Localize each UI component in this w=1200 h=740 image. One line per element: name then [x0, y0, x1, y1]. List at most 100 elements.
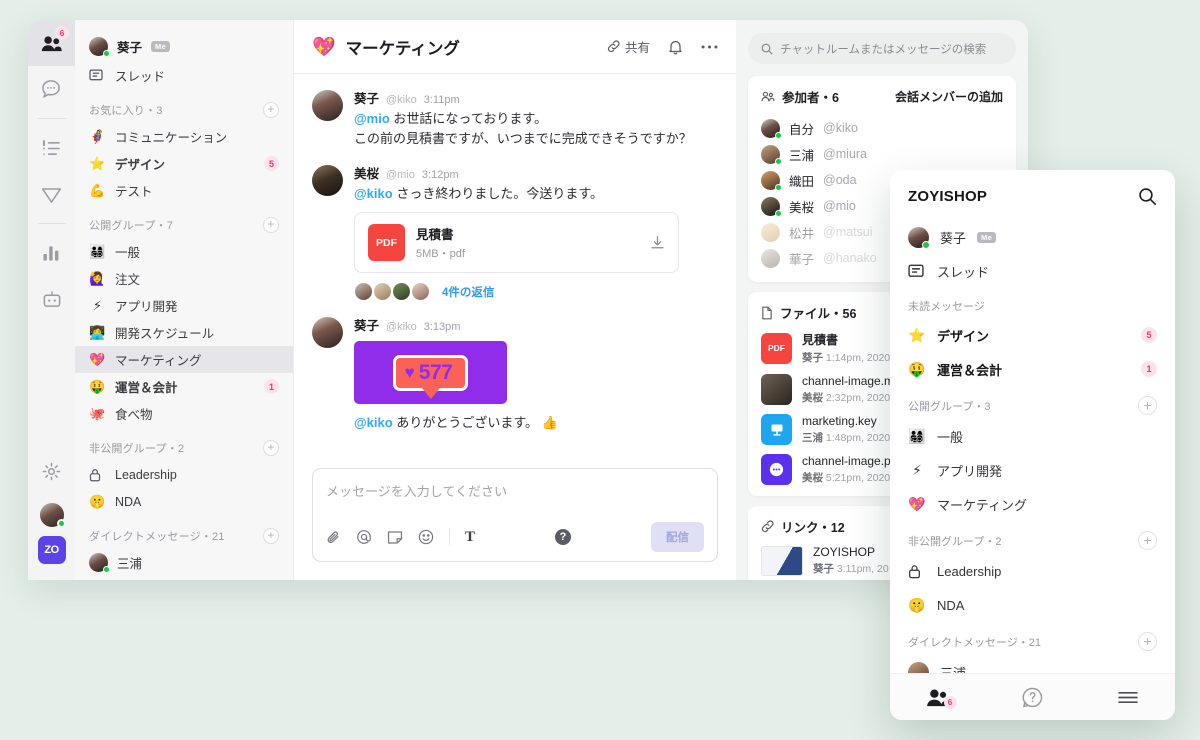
mobile-item-app-dev[interactable]: ⚡ アプリ開発 — [890, 453, 1175, 487]
mention-link[interactable]: @kiko — [354, 186, 393, 201]
add-public-group-button[interactable]: + — [1138, 396, 1157, 415]
add-favorite-button[interactable]: + — [263, 102, 279, 118]
add-dm-button[interactable]: + — [1138, 632, 1157, 651]
unread-badge: 5 — [1141, 327, 1157, 343]
app-window: 6 — [28, 20, 1028, 580]
send-button[interactable]: 配信 — [650, 522, 704, 552]
add-public-group-button[interactable]: + — [263, 217, 279, 233]
sidebar-item-design[interactable]: ⭐ デザイン 5 — [75, 150, 293, 177]
sidebar-item-dev-schedule[interactable]: 👩‍💻 開発スケジュール — [75, 319, 293, 346]
mention-link[interactable]: @kiko — [354, 415, 393, 430]
thread-replies[interactable]: 4件の返信 — [354, 282, 718, 302]
help-icon[interactable]: ? — [555, 529, 571, 545]
pdf-icon: PDF — [761, 332, 792, 364]
sidebar-dm-group[interactable]: 3 三浦, 美桜 — [75, 576, 293, 580]
sidebar-me[interactable]: 葵子 Me — [75, 32, 293, 62]
sidebar-item-leadership[interactable]: Leadership — [75, 461, 293, 488]
add-private-group-button[interactable]: + — [263, 440, 279, 456]
channel-header: 💖 マーケティング 共有 — [294, 20, 736, 74]
mention-link[interactable]: @mio — [354, 111, 390, 126]
mobile-item-marketing[interactable]: 💖 マーケティング — [890, 487, 1175, 521]
search-input[interactable]: チャットルームまたはメッセージの検索 — [748, 33, 1016, 64]
sticker-image[interactable]: ♥ 577 — [354, 341, 507, 405]
mobile-nav-contacts[interactable]: 6 — [890, 688, 985, 709]
emoji-icon[interactable] — [418, 529, 434, 545]
participant-handle: @hanako — [823, 251, 877, 265]
download-icon[interactable] — [650, 235, 665, 250]
rail-item-chats[interactable] — [28, 66, 75, 112]
section-title: 非公開グループ・2 — [908, 535, 1002, 548]
sidebar-item-orders[interactable]: 🙋‍♀️ 注文 — [75, 265, 293, 292]
star-emoji-icon: ⭐ — [908, 326, 926, 343]
mobile-dm-miura[interactable]: 三浦 — [890, 655, 1175, 673]
avatar — [761, 248, 780, 268]
mobile-item-accounting[interactable]: 🤑 運営＆会計 1 — [890, 352, 1175, 386]
icon-rail: 6 ZO — [28, 20, 75, 580]
mobile-nav-menu[interactable] — [1080, 690, 1175, 705]
rail-item-tasks[interactable] — [28, 125, 75, 171]
add-private-group-button[interactable]: + — [1138, 531, 1157, 550]
sidebar-item-app-dev[interactable]: ⚡ アプリ開発 — [75, 292, 293, 319]
composer-box[interactable]: メッセージを入力してください T ? 配信 — [312, 468, 718, 562]
avatar — [89, 36, 110, 57]
sidebar-item-accounting[interactable]: 🤑 運営＆会計 1 — [75, 373, 293, 400]
avatar[interactable] — [312, 165, 343, 197]
avatar — [908, 661, 929, 673]
mention-icon[interactable] — [356, 529, 372, 545]
file-attachment-card[interactable]: PDF 見積書 5MB・pdf — [354, 212, 679, 274]
sidebar-item-communication[interactable]: 🦸‍♀️ コミュニケーション — [75, 123, 293, 150]
rail-item-contacts[interactable]: 6 — [28, 20, 75, 66]
mobile-item-label: Leadership — [937, 563, 1002, 579]
rail-item-apps[interactable] — [28, 276, 75, 322]
sidebar-item-threads[interactable]: スレッド — [75, 62, 293, 89]
keynote-icon — [761, 414, 792, 445]
sidebar-item-label: 開発スケジュール — [115, 327, 215, 341]
sidebar-item-test[interactable]: 💪 テスト — [75, 177, 293, 204]
avatar[interactable] — [312, 317, 343, 349]
avatar[interactable] — [37, 501, 66, 529]
mobile-item-nda[interactable]: 🤫 NDA — [890, 588, 1175, 622]
sidebar-item-label: 一般 — [115, 246, 141, 260]
search-icon[interactable] — [1138, 187, 1157, 206]
rail-item-send[interactable] — [28, 171, 75, 217]
sidebar-item-marketing[interactable]: 💖 マーケティング — [75, 346, 293, 373]
sidebar-item-food[interactable]: 🐙 食べ物 — [75, 400, 293, 427]
message-item: 葵子 @kiko 3:11pm @mio お世話になっております。 この前の見積… — [312, 88, 718, 149]
message-text-part: ありがとうございます。 👍 — [392, 415, 558, 431]
composer-toolbar: T ? 配信 — [326, 522, 704, 552]
mobile-item-general[interactable]: 👨‍👩‍👧‍👦 一般 — [890, 419, 1175, 453]
sticker-icon[interactable] — [387, 530, 403, 545]
avatar[interactable] — [312, 90, 343, 121]
message-text: @mio お世話になっております。 — [354, 109, 718, 129]
file-date: 1:14pm, 2020/3 — [825, 352, 899, 364]
workspace-logo[interactable]: ZO — [37, 536, 66, 564]
ellipsis-icon[interactable] — [701, 44, 718, 50]
message-item: 葵子 @kiko 3:13pm ♥ 577 @kiko ありがとうございます。 … — [312, 315, 718, 433]
add-dm-button[interactable]: + — [263, 528, 279, 544]
mobile-threads[interactable]: スレッド — [890, 254, 1175, 288]
sidebar-item-general[interactable]: 👨‍👩‍👧‍👦 一般 — [75, 238, 293, 265]
section-title: 非公開グループ・2 — [89, 443, 185, 455]
text-format-icon[interactable]: T — [465, 529, 475, 546]
participant-handle: @miura — [823, 147, 867, 161]
share-button[interactable]: 共有 — [607, 37, 650, 56]
mobile-item-design[interactable]: ⭐ デザイン 5 — [890, 318, 1175, 352]
sticker-bubble: ♥ 577 — [392, 354, 469, 399]
attach-icon[interactable] — [326, 530, 341, 545]
rail-item-analytics[interactable] — [28, 230, 75, 276]
message-input[interactable]: メッセージを入力してください — [326, 481, 704, 522]
mobile-nav-help[interactable] — [985, 687, 1080, 708]
mobile-me[interactable]: 葵子 Me — [890, 220, 1175, 254]
unread-badge: 1 — [264, 379, 279, 394]
participant-row[interactable]: 三浦 @miura — [761, 141, 1003, 167]
add-member-button[interactable]: 会話メンバーの追加 — [895, 88, 1003, 105]
muscle-emoji-icon: 💪 — [89, 182, 106, 198]
rail-item-settings[interactable] — [28, 448, 75, 494]
sidebar-dm-miura[interactable]: 三浦 — [75, 549, 293, 576]
participant-row[interactable]: 自分 @kiko — [761, 115, 1003, 141]
sidebar-item-nda[interactable]: 🤫 NDA — [75, 488, 293, 515]
avatar — [373, 282, 392, 302]
reply-count-link[interactable]: 4件の返信 — [442, 284, 494, 300]
bell-icon[interactable] — [668, 39, 683, 55]
mobile-item-leadership[interactable]: Leadership — [890, 554, 1175, 588]
